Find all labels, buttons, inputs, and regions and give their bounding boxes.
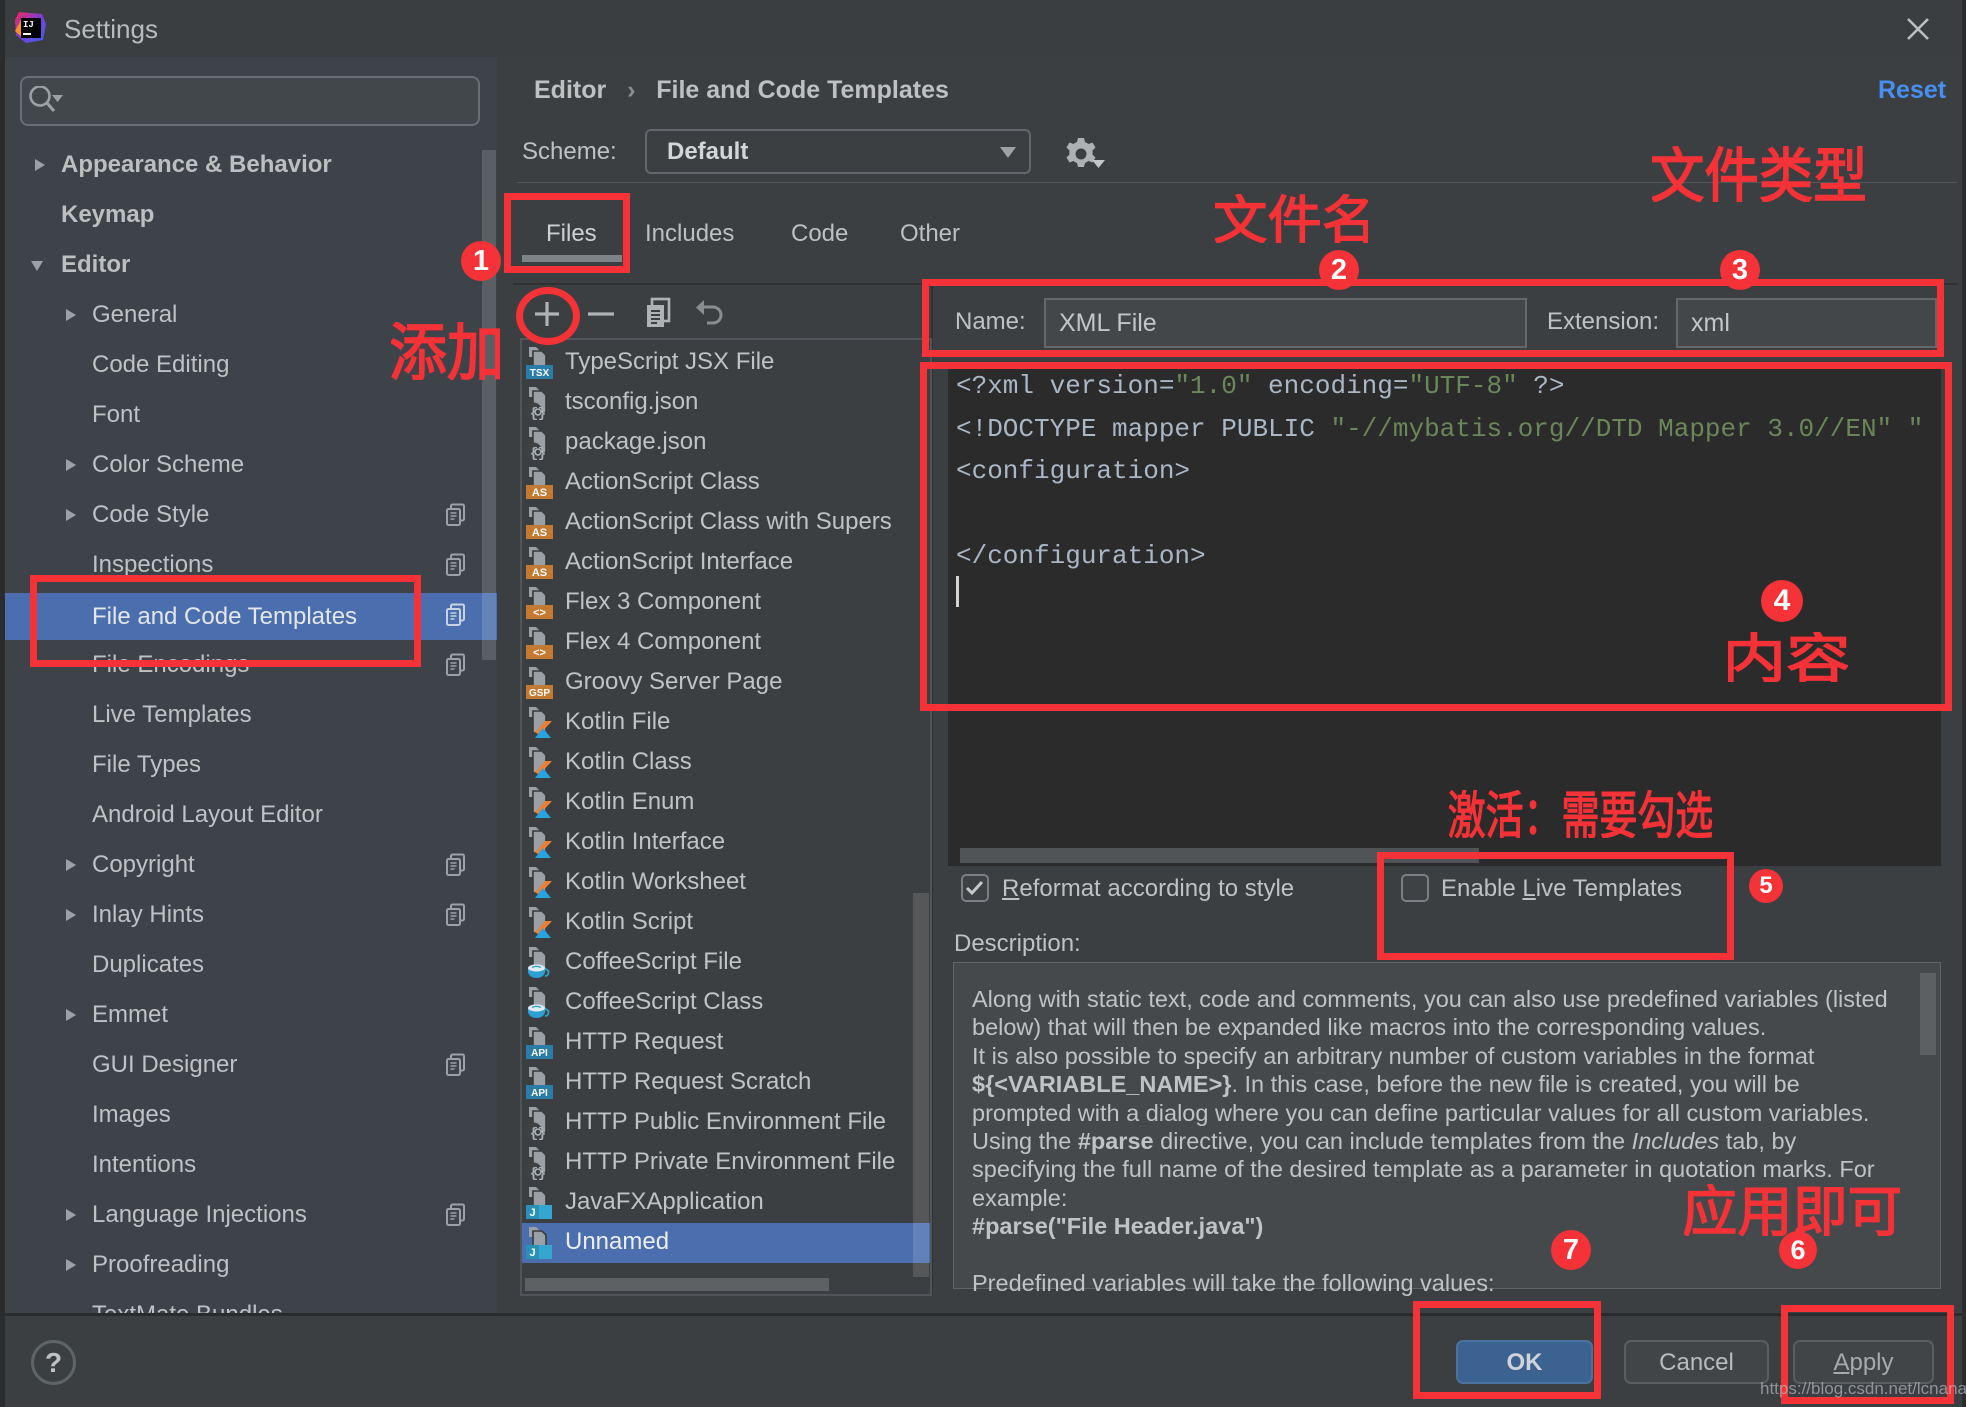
svg-text:}: } [538,406,546,420]
svg-text:}: } [538,1126,546,1140]
svg-text:}: } [538,446,546,460]
svg-text:GSP: GSP [529,688,550,699]
svg-text:J: J [529,1247,535,1259]
svg-text:API: API [531,1048,548,1059]
svg-text:<>: <> [533,607,546,619]
svg-text:AS: AS [532,567,547,579]
svg-text:API: API [531,1088,548,1099]
svg-text:J: J [529,1207,535,1219]
svg-text:<>: <> [533,647,546,659]
svg-text:AS: AS [532,527,547,539]
svg-text:IJ: IJ [23,20,34,30]
svg-text:AS: AS [532,487,547,499]
svg-text:}: } [538,1166,546,1180]
svg-text:TSX: TSX [530,368,550,379]
